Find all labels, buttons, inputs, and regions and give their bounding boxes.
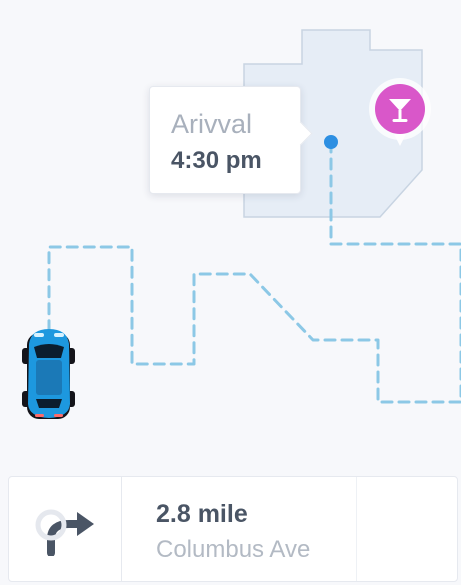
map-screen: Arivval 4:30 pm 2.8 mile Columbus Ave	[0, 0, 461, 585]
maneuver-cell	[9, 477, 122, 581]
turn-right-icon	[35, 509, 94, 556]
street-name: Columbus Ave	[156, 536, 311, 563]
destination-location-dot	[324, 135, 338, 149]
distance-text: 2.8 mile	[156, 500, 248, 528]
arrival-time: 4:30 pm	[171, 147, 262, 174]
instruction-details: 2.8 mile Columbus Ave	[122, 477, 457, 581]
arrival-card: Arivval 4:30 pm	[149, 86, 301, 194]
arrival-label: Arivval	[171, 109, 253, 139]
bar-divider	[356, 477, 357, 581]
car-icon	[22, 329, 75, 419]
navigation-instruction-bar[interactable]: 2.8 mile Columbus Ave	[8, 476, 458, 582]
